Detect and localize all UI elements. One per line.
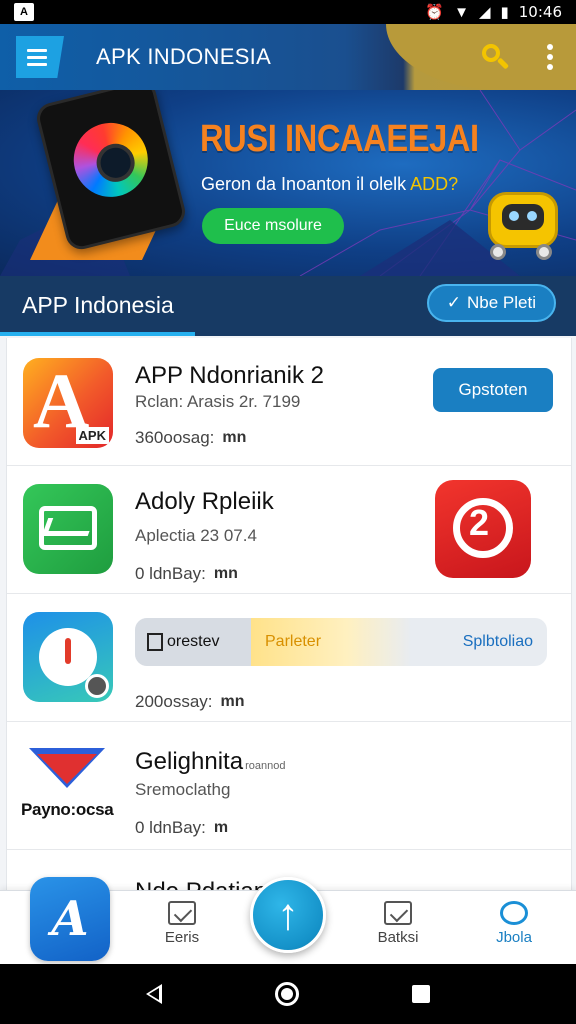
list-item[interactable]: orestev Parleter Splbtoliao 200ossay: mn [7,594,571,722]
stat-icon: m [213,819,229,836]
more-vert-icon[interactable] [544,44,556,70]
status-icons: ⏰ ▼ ◢ ▮ 10:46 [425,3,562,21]
stat-icon: mn [220,693,245,710]
app-stat: 0 ldnBay: mn [135,564,238,584]
banner-subtitle: Geron da Inoanton il olelk ADD? [201,174,458,195]
list-item[interactable]: Adoly Rpleiik Aplectia 23 07.4 0 ldnBay:… [7,466,571,594]
install-button[interactable]: Gpstoten [433,368,553,412]
banner-subtitle-highlight: ADD? [410,174,459,194]
app-meta: Aplectia 23 07.4 [135,526,257,545]
screen: A ⏰ ▼ ◢ ▮ 10:46 APK INDONESIA RUSI INCAA… [0,0,576,1024]
system-nav-bar [0,964,576,1024]
stat-icon: mn [213,565,238,582]
section-title[interactable]: APP Indonesia [22,292,174,319]
progress-left: orestev [135,618,251,666]
mail-app-icon [23,484,113,574]
app-stat: 200ossay: mn [135,692,245,712]
app-stat-text: 0 ldnBay: [135,818,206,837]
apk-tag: APK [75,427,109,444]
map-app-icon [23,612,113,702]
app-stat: 360oosag: mn [135,428,246,448]
section-action-button[interactable]: ✓ Nbe Pleti [426,284,556,322]
back-icon[interactable] [146,984,163,1004]
banner-cta-button[interactable]: Euce msolure [202,208,344,244]
app-stat: 0 ldnBay: m [135,818,228,838]
chart-icon [384,901,412,925]
list-item[interactable]: A APK APP Ndonrianik 2 Rclan: Arasis 2r.… [7,338,571,466]
alarm-icon: ⏰ [425,3,445,21]
promo-banner[interactable]: RUSI INCAAEEJAI Geron da Inoanton il ole… [0,90,576,276]
appbar-actions [480,42,556,72]
app-title: APK INDONESIA [96,44,272,69]
nav-item-jbola[interactable]: Jbola [474,901,554,946]
update-badge-icon[interactable]: 2 [435,480,531,578]
progress-right: Splbtoliao [462,633,533,650]
section-header: APP Indonesia ✓ Nbe Pleti [0,276,576,336]
recents-icon[interactable] [411,985,430,1003]
progress-mid: Parleter [251,618,411,666]
notification-icon: A [14,3,34,21]
home-icon[interactable] [274,982,299,1006]
stat-icon: mn [222,429,247,446]
app-stat-text: 0 ldnBay: [135,564,206,583]
app-meta: Sremoclathg [135,780,231,799]
search-icon[interactable] [480,42,510,72]
app-name-suffix: roannod [245,760,286,772]
list-item[interactable]: Payno:ocsa Gelighnita roannod Sremoclathg… [7,722,571,850]
apk-app-icon: A APK [23,358,113,448]
battery-icon: ▮ [500,3,509,21]
app-bar: APK INDONESIA [0,24,576,90]
featured-app-icon[interactable]: A [30,877,110,961]
nav-item-batksi[interactable]: Batksi [358,901,438,946]
app-icon-label: Payno:ocsa [21,800,114,819]
document-icon [147,633,163,651]
edit-icon [168,901,196,925]
status-bar: A ⏰ ▼ ◢ ▮ 10:46 [0,0,576,24]
banner-subtitle-main: Geron da Inoanton il olelk [201,174,411,194]
app-list: A APK APP Ndonrianik 2 Rclan: Arasis 2r.… [6,338,572,898]
arrow-up-icon[interactable]: ↑ [250,877,326,953]
banner-headline: RUSI INCAAEEJAI [200,118,479,160]
nav-item-eeris[interactable]: Eeris [142,901,222,946]
app-name: Gelighnita roannod [135,748,285,776]
wifi-icon: ▼ [454,3,469,21]
app-name: APP Ndonrianik 2 [135,362,324,389]
section-tab-indicator [0,332,195,336]
section-action-label: Nbe Pleti [467,293,536,312]
menu-icon[interactable] [16,36,64,78]
app-meta: Rclan: Arasis 2r. 7199 [135,392,301,411]
app-stat-text: 360oosag: [135,428,215,447]
app-stat-text: 200ossay: [135,692,213,711]
signal-icon: ◢ [478,3,491,21]
nav-label: Jbola [496,929,532,946]
nav-label: Eeris [164,929,200,946]
app-name-text: Gelighnita [135,748,244,775]
check-icon: ✓ [446,293,462,312]
robot-illustration [480,184,564,262]
status-time: 10:46 [518,3,562,21]
app-name: Adoly Rpleiik [135,488,274,515]
nav-label: Batksi [377,929,419,946]
progress-left-label: orestev [167,633,220,650]
circle-icon [500,901,528,925]
bottom-nav: A Eeris ↑ Batksi Jbola [0,877,576,964]
download-progress[interactable]: orestev Parleter Splbtoliao [135,618,547,666]
